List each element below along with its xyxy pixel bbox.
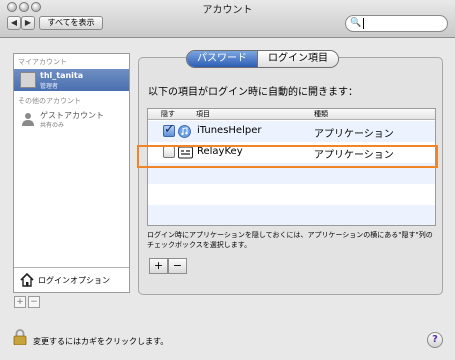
- guest-account-role: 共有のみ: [40, 122, 65, 129]
- tab-password[interactable]: パスワード: [187, 51, 257, 67]
- relaykey-highlight-box: [137, 145, 438, 168]
- item-kind: アプリケーション: [314, 129, 394, 140]
- empty-row: [148, 205, 435, 225]
- footer-bar: 変更するにはカギをクリックします。 ?: [0, 320, 455, 360]
- column-kind[interactable]: 種類: [314, 109, 328, 120]
- table-header: 隠す 項目 種類: [148, 109, 435, 120]
- tab-bar: パスワード ログイン項目: [186, 50, 339, 68]
- window-title: アカウント: [202, 5, 253, 16]
- current-user-role: 管理者: [40, 83, 59, 90]
- search-field[interactable]: 🔍: [345, 15, 448, 32]
- column-item[interactable]: 項目: [196, 109, 210, 120]
- current-user-name: thl_tanita: [40, 71, 84, 80]
- itunes-app-icon: [178, 125, 191, 138]
- login-options-label: ログインオプション: [38, 276, 110, 285]
- guest-user-icon: [22, 113, 34, 126]
- show-all-button[interactable]: すべてを表示: [39, 16, 103, 30]
- house-icon: [20, 273, 34, 287]
- table-row[interactable]: iTunesHelper アプリケーション: [148, 121, 435, 142]
- login-options-item[interactable]: ログインオプション: [14, 267, 129, 292]
- add-account-button[interactable]: +: [14, 296, 26, 308]
- tab-login-items[interactable]: ログイン項目: [257, 51, 338, 67]
- back-button[interactable]: ◀: [7, 16, 21, 30]
- accounts-sidebar: マイアカウント thl_tanita 管理者 その他のアカウント ゲストアカウン…: [13, 53, 130, 293]
- help-button[interactable]: ?: [427, 332, 443, 348]
- user-avatar-icon: [20, 72, 36, 88]
- sidebar-item-current-user[interactable]: thl_tanita 管理者: [14, 69, 129, 91]
- hide-checkbox[interactable]: [163, 122, 175, 137]
- remove-account-button[interactable]: −: [28, 296, 40, 308]
- text-caret: [363, 18, 364, 29]
- remove-login-item-button[interactable]: −: [168, 258, 187, 274]
- search-icon: 🔍: [350, 18, 362, 28]
- accounts-window: アカウント ◀ ▶ すべてを表示 🔍 マイアカウント thl_tanita 管理…: [0, 0, 455, 360]
- add-login-item-button[interactable]: +: [149, 258, 168, 274]
- other-accounts-header: その他のアカウント: [18, 97, 81, 105]
- login-items-note: ログイン時にアプリケーションを隠しておくには、アプリケーションの横にある"隠す"…: [147, 231, 433, 249]
- login-items-lead: 以下の項目がログイン時に自動的に開きます：: [148, 87, 358, 98]
- column-hide[interactable]: 隠す: [161, 109, 175, 120]
- title-bar: アカウント ◀ ▶ すべてを表示 🔍: [0, 0, 455, 38]
- my-account-header: マイアカウント: [18, 58, 67, 66]
- forward-button[interactable]: ▶: [21, 16, 35, 30]
- lock-icon[interactable]: [13, 329, 27, 345]
- item-name: iTunesHelper: [197, 125, 262, 136]
- lock-instruction: 変更するにはカギをクリックします。: [33, 337, 169, 346]
